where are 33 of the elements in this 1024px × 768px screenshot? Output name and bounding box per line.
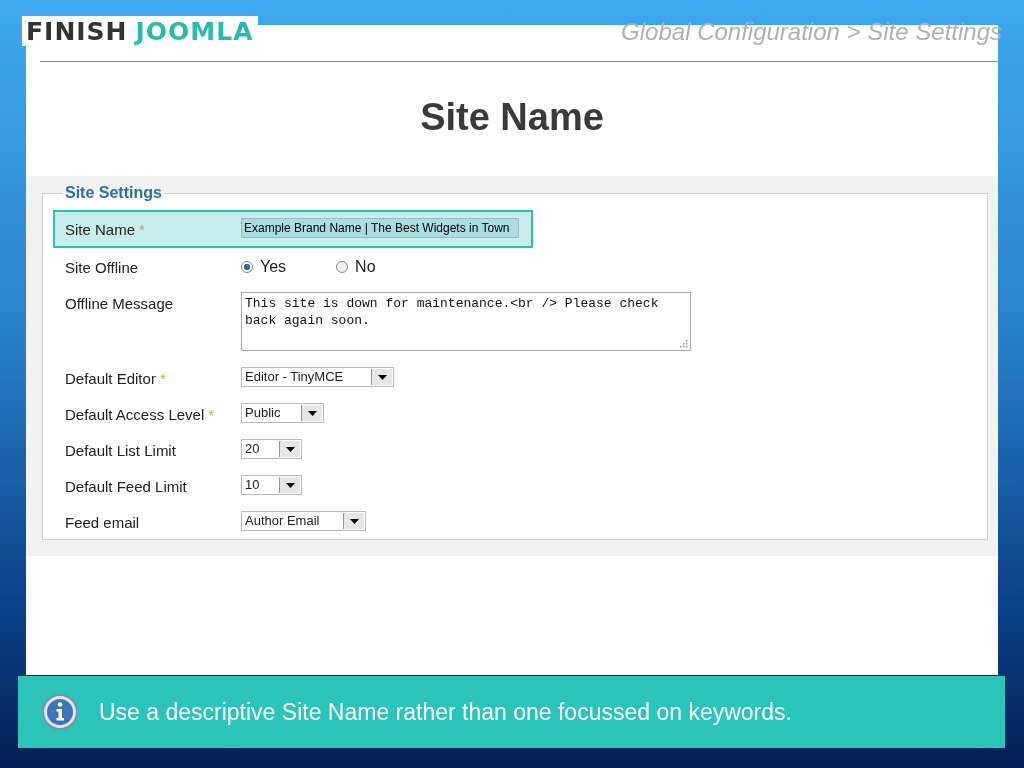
required-asterisk: * [139, 221, 145, 238]
field-label: Site Name [65, 221, 136, 238]
radio-label[interactable]: No [355, 258, 376, 276]
fieldset-legend: Site Settings [63, 184, 164, 202]
required-asterisk: * [208, 406, 215, 423]
textarea-field[interactable]: This site is down for maintenance.<br /> Please check back again soon. [241, 292, 691, 351]
resize-grip-icon [678, 338, 688, 348]
slide-title: Site Name [419, 96, 605, 140]
radio-label[interactable]: Yes [260, 258, 287, 276]
radio-button[interactable] [241, 261, 253, 273]
caret-icon [285, 482, 295, 488]
field-label: Default List Limit [65, 442, 176, 459]
tip-text: Use a descriptive Site Name rather than one focussed on keywords. [99, 698, 792, 726]
field-label: Default Editor [65, 370, 156, 387]
select-dropdown[interactable]: Author Email [241, 511, 366, 531]
caret-icon [285, 446, 295, 452]
radio-button[interactable] [336, 261, 349, 273]
select-dropdown[interactable]: 10 [241, 475, 302, 495]
caret-icon [377, 374, 387, 380]
select-dropdown[interactable]: 20 [241, 439, 302, 459]
select-dropdown[interactable]: Public [241, 403, 324, 423]
logo: FINISH JOOMLA [22, 16, 258, 46]
info-icon [41, 693, 79, 731]
text-input[interactable]: Example Brand Name | The Best Widgets in Town [241, 218, 519, 238]
field-label: Feed email [65, 514, 140, 531]
field-label: Offline Message [65, 295, 174, 312]
select-dropdown[interactable]: Editor - TinyMCE [241, 367, 394, 387]
required-asterisk: * [159, 370, 166, 387]
caret-icon [349, 518, 359, 524]
caret-icon [307, 410, 317, 416]
field-label: Default Access Level [65, 406, 205, 423]
field-label: Site Offline [65, 259, 139, 276]
field-label: Default Feed Limit [65, 478, 187, 495]
